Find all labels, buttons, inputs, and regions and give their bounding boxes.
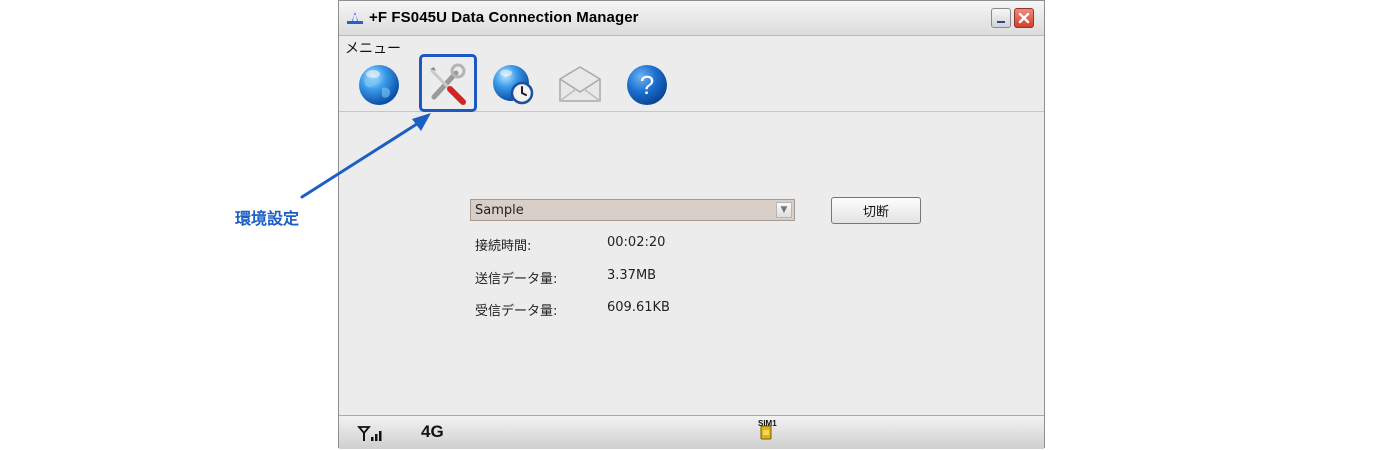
profile-select[interactable]: Sample ▼ [470,199,795,221]
help-icon: ? [627,65,667,105]
connection-time-value: 00:02:20 [607,235,666,250]
title-bar[interactable]: +F FS045U Data Connection Manager [339,1,1044,36]
app-window: +F FS045U Data Connection Manager メニュー ?… [338,0,1045,449]
sent-data-label: 送信データ量: [475,272,558,287]
close-icon [1018,12,1030,24]
status-bar: 4G SIM1 [339,415,1044,449]
app-icon [347,12,363,24]
minimize-button[interactable] [991,8,1011,28]
chevron-down-icon[interactable]: ▼ [776,202,792,218]
settings-highlight-box [419,54,477,112]
signal-strength-icon [357,426,382,441]
close-button[interactable] [1014,8,1034,28]
annotation-label: 環境設定 [235,209,300,228]
envelope-icon [559,66,601,102]
sim-status: SIM1 [757,419,779,441]
toolbar-button-history[interactable] [488,59,540,111]
toolbar-button-help[interactable]: ? [621,59,673,111]
toolbar-button-sms[interactable] [554,59,606,111]
globe-clock-icon [493,65,534,105]
menu-item-main[interactable]: メニュー [345,38,401,58]
window-title: +F FS045U Data Connection Manager [369,9,639,26]
received-data-label: 受信データ量: [475,304,558,319]
received-data-value: 609.61KB [607,300,670,315]
globe-icon [359,65,399,105]
disconnect-button[interactable]: 切断 [831,197,921,224]
network-type: 4G [421,422,444,441]
profile-select-value: Sample [475,203,524,218]
connection-time-label: 接続時間: [475,239,532,254]
svg-text:?: ? [640,70,654,100]
sim-label: SIM1 [758,419,777,428]
toolbar-button-connect[interactable] [353,59,405,111]
sent-data-value: 3.37MB [607,268,657,283]
minimize-icon [997,20,1005,23]
